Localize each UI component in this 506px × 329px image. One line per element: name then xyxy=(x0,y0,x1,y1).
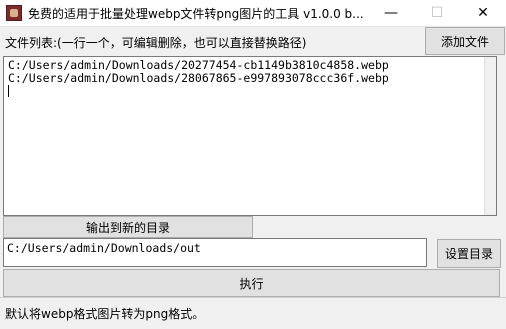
minimize-button[interactable]: — xyxy=(368,0,414,26)
maximize-icon: ☐ xyxy=(430,5,444,21)
file-list-textarea[interactable]: C:/Users/admin/Downloads/20277454-cb1149… xyxy=(3,56,497,216)
status-bar: 默认将webp格式图片转为png格式。 xyxy=(0,297,506,329)
output-dir-button[interactable]: 输出到新的目录 xyxy=(3,216,253,238)
text-caret xyxy=(8,85,492,98)
add-file-button[interactable]: 添加文件 xyxy=(425,27,505,55)
title-bar[interactable]: 免费的适用于批量处理webp文件转png图片的工具 v1.0.0 b... — … xyxy=(0,0,506,27)
file-list-label: 文件列表:(一行一个，可编辑删除，也可以直接替换路径) xyxy=(5,36,307,50)
close-icon: ✕ xyxy=(477,5,489,21)
file-list-line: C:/Users/admin/Downloads/28067865-e99789… xyxy=(8,71,389,85)
minimize-icon: — xyxy=(384,5,398,21)
execute-button[interactable]: 执行 xyxy=(3,269,500,297)
app-icon xyxy=(6,5,22,21)
vertical-scrollbar[interactable] xyxy=(484,57,496,215)
window-title: 免费的适用于批量处理webp文件转png图片的工具 v1.0.0 b... xyxy=(28,7,364,21)
output-path-input[interactable]: C:/Users/admin/Downloads/out xyxy=(3,238,427,267)
maximize-button[interactable]: ☐ xyxy=(414,0,460,26)
close-button[interactable]: ✕ xyxy=(460,0,506,26)
status-text: 默认将webp格式图片转为png格式。 xyxy=(5,307,205,321)
set-directory-button[interactable]: 设置目录 xyxy=(437,239,501,268)
